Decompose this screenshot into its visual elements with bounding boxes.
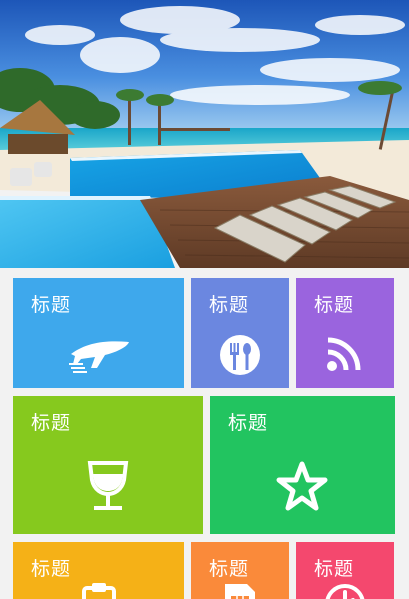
tile-flights[interactable]: 标题 [13,278,184,388]
tile-rss-label: 标题 [314,294,355,316]
tile-drinks[interactable]: 标题 [13,396,203,534]
tile-food-label: 标题 [209,294,250,316]
sim-card-icon [225,584,255,599]
clock-icon [325,584,365,599]
tile-drinks-label: 标题 [31,412,72,434]
wine-glass-icon [87,461,129,510]
clipboard-icon [82,583,116,599]
tile-food[interactable]: 标题 [191,278,289,388]
tile-favorites-label: 标题 [228,412,269,434]
tile-sim[interactable]: 标题 [191,542,289,599]
tile-clock-label: 标题 [314,558,355,580]
tile-rss[interactable]: 标题 [296,278,394,388]
tile-clock[interactable]: 标题 [296,542,394,599]
banner-image[interactable] [0,0,409,268]
home-screen: 标题 标题 标题 标题 标题 标题 标题 标题 [0,0,409,599]
rss-icon [327,337,361,371]
tile-favorites[interactable]: 标题 [210,396,395,534]
star-icon [276,461,328,511]
fork-spoon-icon [220,335,260,375]
tile-tasks-label: 标题 [31,558,72,580]
tile-flights-label: 标题 [31,294,72,316]
beach-resort-photo [0,0,409,268]
tile-tasks[interactable]: 标题 [13,542,184,599]
airplane-icon [69,341,129,373]
tile-sim-label: 标题 [209,558,250,580]
